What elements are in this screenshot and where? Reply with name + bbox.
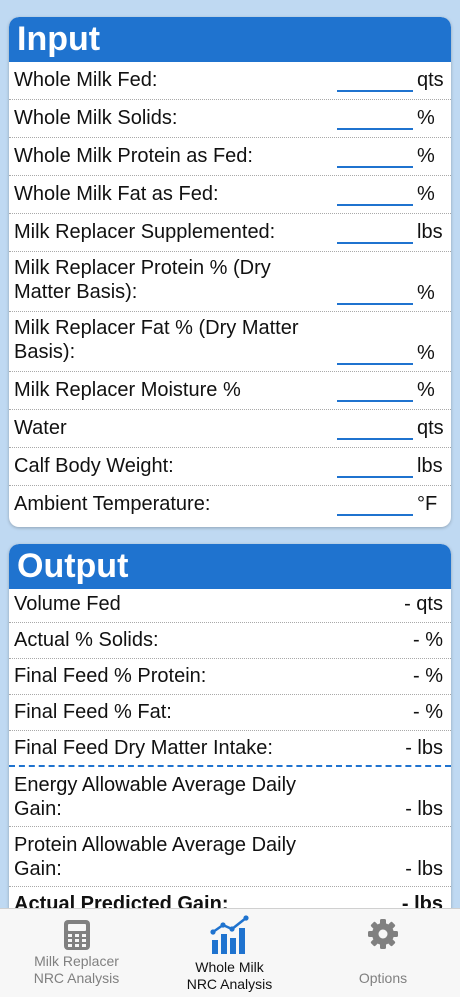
output-label-line2: Gain:: [14, 798, 62, 820]
input-label-line1: Milk Replacer Protein % (Dry: [14, 257, 271, 279]
input-unit: %: [417, 282, 435, 304]
output-row-actual-solids: Actual % Solids: - %: [9, 623, 451, 659]
input-row-milk-replacer-moisture: Milk Replacer Moisture % %: [9, 372, 451, 410]
output-row-volume-fed: Volume Fed - qts: [9, 589, 451, 623]
input-label: Ambient Temperature:: [14, 493, 211, 515]
milk-replacer-fat-field[interactable]: [337, 339, 413, 365]
input-label: Water: [14, 417, 67, 439]
input-label-line1: Milk Replacer Fat % (Dry Matter: [14, 317, 299, 339]
input-row-whole-milk-solids: Whole Milk Solids: %: [9, 100, 451, 138]
input-label-line2: Basis):: [14, 341, 76, 363]
input-row-whole-milk-fed: Whole Milk Fed: qts: [9, 62, 451, 100]
input-label: Whole Milk Fat as Fed:: [14, 183, 219, 205]
output-row-final-feed-fat: Final Feed % Fat: - %: [9, 695, 451, 731]
scroll-area[interactable]: Input Whole Milk Fed: qts Whole Milk Sol…: [0, 0, 460, 908]
calf-body-weight-field[interactable]: [337, 452, 413, 478]
output-label: Final Feed Dry Matter Intake:: [14, 737, 273, 759]
input-label: Calf Body Weight:: [14, 455, 174, 477]
calculator-icon: [63, 919, 91, 956]
output-value: - lbs: [405, 858, 443, 880]
input-row-milk-replacer-protein: Milk Replacer Protein % (Dry Matter Basi…: [9, 252, 451, 312]
input-label: Milk Replacer Moisture %: [14, 379, 241, 401]
input-card: Input Whole Milk Fed: qts Whole Milk Sol…: [9, 17, 451, 527]
input-label: Whole Milk Solids:: [14, 107, 178, 129]
input-unit: qts: [417, 417, 444, 439]
input-unit: %: [417, 145, 435, 167]
input-label: Milk Replacer Supplemented:: [14, 221, 276, 243]
output-value: - qts: [404, 593, 443, 615]
milk-replacer-moisture-field[interactable]: [337, 376, 413, 402]
output-header: Output: [9, 544, 451, 589]
output-value: - %: [413, 701, 443, 723]
input-unit: qts: [417, 69, 444, 91]
input-unit: lbs: [417, 221, 443, 243]
milk-replacer-protein-field[interactable]: [337, 279, 413, 305]
output-label: Final Feed % Fat:: [14, 701, 172, 723]
output-value: - lbs: [401, 893, 443, 908]
output-row-dry-matter-intake: Final Feed Dry Matter Intake: - lbs: [9, 731, 451, 767]
output-card: Output Volume Fed - qts Actual % Solids:…: [9, 544, 451, 908]
output-label-line1: Protein Allowable Average Daily: [14, 834, 297, 856]
whole-milk-protein-field[interactable]: [337, 142, 413, 168]
input-row-milk-replacer-fat: Milk Replacer Fat % (Dry Matter Basis): …: [9, 312, 451, 372]
input-label: Whole Milk Fed:: [14, 69, 158, 91]
input-unit: °F: [417, 493, 438, 515]
tab-label-line1: Milk Replacer: [34, 953, 119, 969]
input-label-line2: Matter Basis):: [14, 281, 138, 303]
tab-label-line2: NRC Analysis: [186, 976, 273, 992]
whole-milk-solids-field[interactable]: [337, 104, 413, 130]
tab-milk-replacer[interactable]: Milk Replacer NRC Analysis: [0, 909, 153, 997]
whole-milk-fat-field[interactable]: [337, 180, 413, 206]
input-row-whole-milk-fat: Whole Milk Fat as Fed: %: [9, 176, 451, 214]
input-header: Input: [9, 17, 451, 62]
bar-chart-icon: [208, 912, 252, 961]
tab-label-line1: Whole Milk: [195, 959, 264, 975]
input-label: Whole Milk Protein as Fed:: [14, 145, 253, 167]
output-label: Final Feed % Protein:: [14, 665, 207, 687]
output-value: - %: [413, 629, 443, 651]
input-unit: %: [417, 342, 435, 364]
tab-options[interactable]: Options: [306, 909, 460, 997]
input-unit: %: [417, 183, 435, 205]
input-unit: lbs: [417, 455, 443, 477]
input-row-whole-milk-protein: Whole Milk Protein as Fed: %: [9, 138, 451, 176]
input-row-calf-body-weight: Calf Body Weight: lbs: [9, 448, 451, 486]
tab-label-line2: NRC Analysis: [33, 970, 120, 986]
tab-whole-milk[interactable]: Whole Milk NRC Analysis: [153, 909, 306, 997]
milk-replacer-supplemented-field[interactable]: [337, 218, 413, 244]
output-value: - lbs: [405, 737, 443, 759]
input-row-milk-replacer-supplemented: Milk Replacer Supplemented: lbs: [9, 214, 451, 252]
output-value: - %: [413, 665, 443, 687]
tab-label: Options: [358, 970, 408, 986]
input-row-water: Water qts: [9, 410, 451, 448]
output-label: Actual % Solids:: [14, 629, 159, 651]
output-row-actual-predicted-gain: Actual Predicted Gain: - lbs: [9, 887, 451, 908]
gear-icon: [367, 918, 399, 955]
whole-milk-fed-field[interactable]: [337, 66, 413, 92]
ambient-temperature-field[interactable]: [337, 490, 413, 516]
water-field[interactable]: [337, 414, 413, 440]
output-label: Volume Fed: [14, 593, 121, 615]
input-unit: %: [417, 107, 435, 129]
tab-bar: Milk Replacer NRC Analysis Whole Milk NR…: [0, 908, 460, 997]
input-unit: %: [417, 379, 435, 401]
output-row-final-feed-protein: Final Feed % Protein: - %: [9, 659, 451, 695]
output-label-line2: Gain:: [14, 858, 62, 880]
output-label: Actual Predicted Gain:: [14, 893, 229, 908]
output-label-line1: Energy Allowable Average Daily: [14, 774, 297, 796]
input-row-ambient-temperature: Ambient Temperature: °F: [9, 486, 451, 524]
output-row-energy-gain: Energy Allowable Average Daily Gain: - l…: [9, 767, 451, 827]
output-value: - lbs: [405, 798, 443, 820]
output-row-protein-gain: Protein Allowable Average Daily Gain: - …: [9, 827, 451, 887]
